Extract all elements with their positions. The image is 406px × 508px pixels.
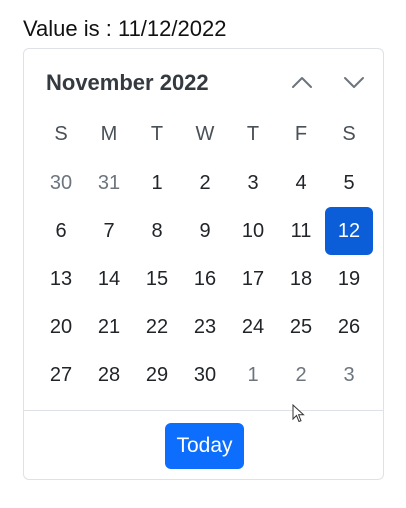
calendar-panel: November 2022 SMTWTFS 30 31 1 2 3 4 5 6 7 8 9 10 11 1… [23,48,384,480]
weekday-label: T [246,122,260,145]
day-cell[interactable]: 20 [37,303,85,351]
day-number: 26 [337,315,361,338]
footer-divider [24,410,383,411]
day-cell[interactable]: 15 [133,255,181,303]
day-number: 5 [343,171,355,194]
day-number: 30 [49,171,73,194]
weekday-label: S [54,122,68,145]
day-cell[interactable]: 16 [181,255,229,303]
day-number: 3 [343,363,355,386]
day-cell[interactable]: 30 [181,351,229,399]
day-number: 27 [49,363,73,386]
month-title[interactable]: November 2022 [46,69,209,97]
day-cell[interactable]: 9 [181,207,229,255]
day-cell[interactable]: 11 [277,207,325,255]
day-number: 30 [193,363,217,386]
next-month-button[interactable] [337,67,371,97]
day-cell[interactable]: 21 [85,303,133,351]
day-number: 16 [193,267,217,290]
day-cell[interactable]: 17 [229,255,277,303]
week-row: 6 7 8 9 10 11 12 [37,207,373,255]
day-number: 28 [97,363,121,386]
day-cell[interactable]: 10 [229,207,277,255]
day-cell[interactable]: 24 [229,303,277,351]
day-number: 8 [151,219,163,242]
calendar-header: November 2022 [24,49,383,115]
mouse-pointer-icon [292,404,305,423]
weekday-label: T [150,122,164,145]
day-cell[interactable]: 5 [325,159,373,207]
previous-month-button[interactable] [285,67,319,97]
day-cell[interactable]: 6 [37,207,85,255]
week-row: 27 28 29 30 1 2 3 [37,351,373,399]
day-number: 10 [241,219,265,242]
day-cell-selected[interactable]: 12 [325,207,373,255]
day-cell[interactable]: 23 [181,303,229,351]
day-cell[interactable]: 18 [277,255,325,303]
day-number: 25 [289,315,313,338]
day-cell[interactable]: 7 [85,207,133,255]
day-cell[interactable]: 1 [133,159,181,207]
day-number: 14 [97,267,121,290]
day-number: 23 [193,315,217,338]
week-row: 13 14 15 16 17 18 19 [37,255,373,303]
day-number: 1 [151,171,163,194]
day-number: 20 [49,315,73,338]
day-number: 24 [241,315,265,338]
day-number: 12 [325,207,373,255]
day-number: 31 [97,171,121,194]
day-number: 22 [145,315,169,338]
day-cell[interactable]: 25 [277,303,325,351]
day-number: 17 [241,267,265,290]
day-number: 4 [295,171,307,194]
day-number: 1 [247,363,259,386]
day-cell[interactable]: 29 [133,351,181,399]
week-row: 30 31 1 2 3 4 5 [37,159,373,207]
day-number: 19 [337,267,361,290]
day-cell-other-month[interactable]: 30 [37,159,85,207]
weekday-label: S [342,122,356,145]
calendar-grid: SMTWTFS 30 31 1 2 3 4 5 6 7 8 9 10 11 12 13 14 15 16 17 18 1… [37,111,373,399]
day-cell-other-month[interactable]: 3 [325,351,373,399]
day-number: 3 [247,171,259,194]
day-cell[interactable]: 26 [325,303,373,351]
chevron-down-icon [344,77,364,88]
day-cell-other-month[interactable]: 2 [277,351,325,399]
day-cell[interactable]: 22 [133,303,181,351]
weekday-label: W [195,122,215,145]
day-number: 29 [145,363,169,386]
day-cell-other-month[interactable]: 31 [85,159,133,207]
day-cell[interactable]: 28 [85,351,133,399]
week-row: 20 21 22 23 24 25 26 [37,303,373,351]
weekday-label: F [294,122,308,145]
day-number: 15 [145,267,169,290]
day-cell[interactable]: 13 [37,255,85,303]
day-cell[interactable]: 27 [37,351,85,399]
day-cell-other-month[interactable]: 1 [229,351,277,399]
day-cell[interactable]: 14 [85,255,133,303]
day-cell[interactable]: 3 [229,159,277,207]
day-number: 2 [199,171,211,194]
day-cell[interactable]: 8 [133,207,181,255]
day-number: 2 [295,363,307,386]
day-cell[interactable]: 4 [277,159,325,207]
day-number: 21 [97,315,121,338]
day-number: 11 [290,219,312,242]
day-cell[interactable]: 19 [325,255,373,303]
today-button[interactable]: Today [165,423,244,469]
value-display: Value is : 11/12/2022 [23,16,227,41]
chevron-up-icon [292,77,312,88]
weekday-label: M [100,122,118,145]
day-cell[interactable]: 2 [181,159,229,207]
day-number: 18 [289,267,313,290]
day-number: 13 [49,267,73,290]
day-number: 9 [199,219,211,242]
day-number: 6 [55,219,67,242]
weekday-header-row: SMTWTFS [37,111,373,159]
day-number: 7 [103,219,115,242]
